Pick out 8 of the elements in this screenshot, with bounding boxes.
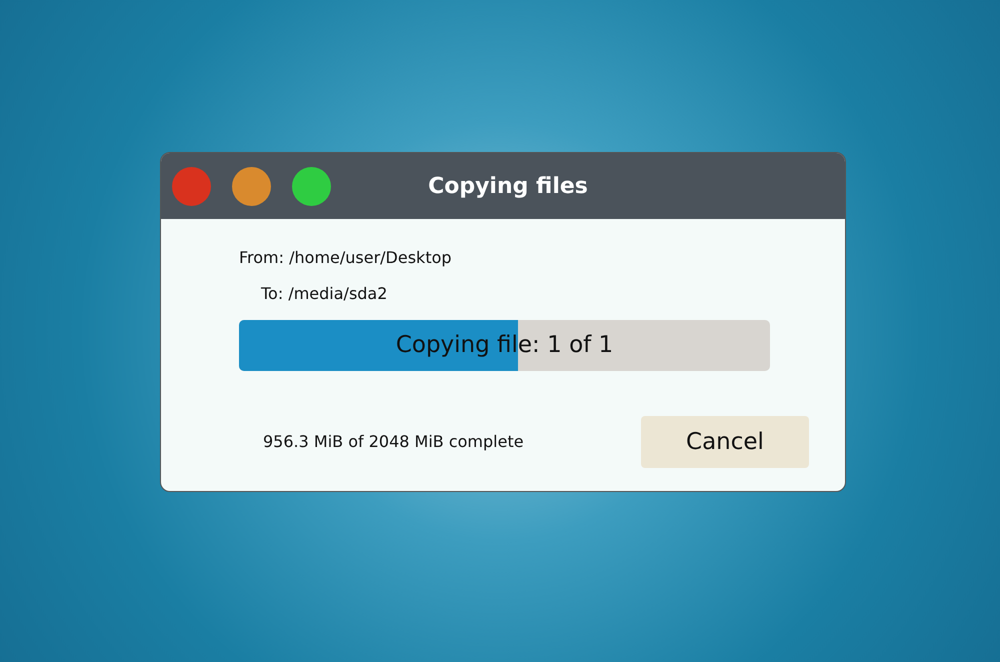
close-button[interactable] [172,167,211,206]
cancel-button[interactable]: Cancel [641,416,809,468]
source-path: From: /home/user/Desktop [239,247,452,269]
window-title: Copying files [428,172,588,200]
maximize-button[interactable] [292,167,331,206]
destination-path: To: /media/sda2 [261,283,388,305]
status-text: 956.3 MiB of 2048 MiB complete [263,431,525,453]
minimize-button[interactable] [232,167,271,206]
